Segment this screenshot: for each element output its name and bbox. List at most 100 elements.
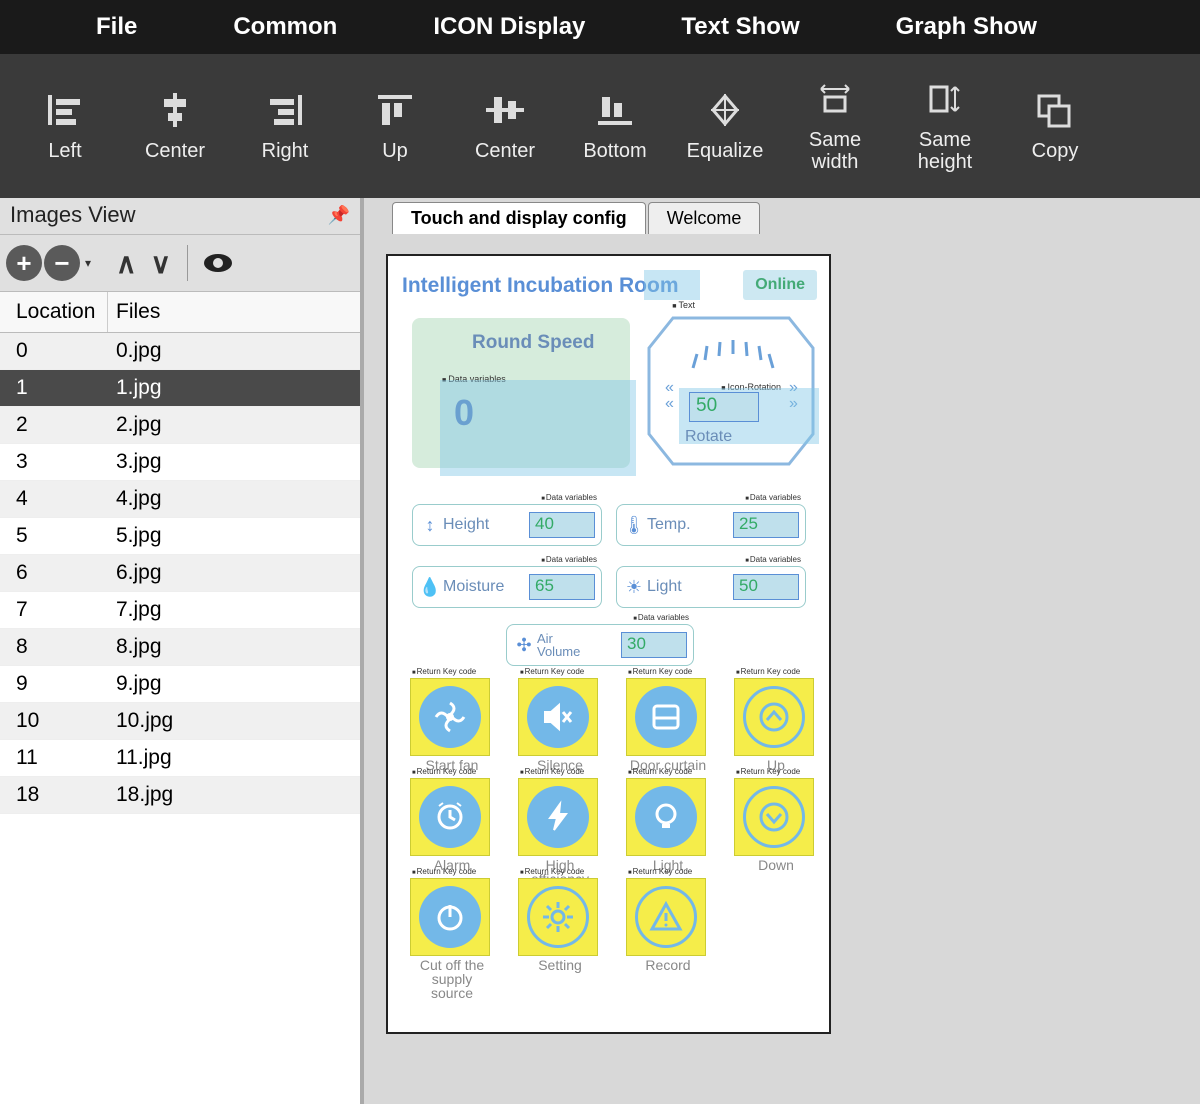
control-button[interactable] [626, 678, 706, 756]
cell-location: 11 [0, 740, 108, 776]
tab-touch-display-config[interactable]: Touch and display config [392, 202, 646, 234]
control-button[interactable] [626, 878, 706, 956]
equalize-button[interactable]: Equalize [684, 90, 766, 162]
control-silence[interactable]: Return Key codeSilence [518, 678, 602, 772]
align-up-button[interactable]: Up [354, 90, 436, 162]
same-height-button[interactable]: Same height [904, 79, 986, 173]
cell-file: 0.jpg [108, 333, 360, 369]
param-air-value[interactable]: 30 [621, 632, 687, 658]
widget-type-tag: Return Key code [412, 767, 476, 776]
align-center-v-button[interactable]: Center [464, 90, 546, 162]
title-selection-overlay[interactable] [644, 270, 700, 300]
add-button[interactable]: + [6, 245, 42, 281]
menu-text-show[interactable]: Text Show [633, 13, 847, 41]
move-down-button[interactable]: ∨ [145, 247, 178, 280]
param-height[interactable]: ↕ Height Data variables 40 [412, 504, 602, 546]
same-width-button[interactable]: Same width [794, 79, 876, 173]
param-moisture-value[interactable]: 65 [529, 574, 595, 600]
align-bottom-label: Bottom [583, 140, 646, 162]
move-up-button[interactable]: ∧ [110, 247, 143, 280]
align-center-h-button[interactable]: Center [134, 90, 216, 162]
power-icon [419, 886, 481, 948]
align-right-button[interactable]: Right [244, 90, 326, 162]
param-moisture[interactable]: 💧 Moisture Data variables 65 [412, 566, 602, 608]
control-button[interactable] [734, 778, 814, 856]
param-height-value[interactable]: 40 [529, 512, 595, 538]
droplet-icon: 💧 [419, 577, 441, 598]
align-bottom-button[interactable]: Bottom [574, 90, 656, 162]
copy-icon [1035, 90, 1075, 130]
alignment-toolbar: Left Center Right Up Center Bottom Equ [0, 54, 1200, 198]
control-button[interactable] [410, 778, 490, 856]
align-left-icon [46, 90, 84, 130]
round-speed-selection[interactable]: 0 [440, 380, 636, 476]
col-location[interactable]: Location [0, 292, 108, 332]
cell-location: 6 [0, 555, 108, 591]
control-setting[interactable]: Return Key codeSetting [518, 878, 602, 972]
param-light-value[interactable]: 50 [733, 574, 799, 600]
table-row[interactable]: 11.jpg [0, 370, 360, 407]
cell-location: 3 [0, 444, 108, 480]
cell-file: 4.jpg [108, 481, 360, 517]
table-row[interactable]: 99.jpg [0, 666, 360, 703]
rotate-selection[interactable]: 50 Rotate [679, 388, 819, 444]
table-row[interactable]: 44.jpg [0, 481, 360, 518]
table-row[interactable]: 55.jpg [0, 518, 360, 555]
param-light[interactable]: ☀ Light Data variables 50 [616, 566, 806, 608]
copy-button[interactable]: Copy [1014, 90, 1096, 162]
control-down[interactable]: Return Key codeDown [734, 778, 818, 872]
remove-dropdown-icon[interactable]: ▾ [82, 256, 94, 270]
bulb-icon [635, 786, 697, 848]
control-start-fan[interactable]: Return Key codeStart fan [410, 678, 494, 772]
tab-welcome[interactable]: Welcome [648, 202, 761, 234]
table-row[interactable]: 1010.jpg [0, 703, 360, 740]
param-temp-value[interactable]: 25 [733, 512, 799, 538]
pin-icon[interactable]: 📌 [328, 205, 350, 226]
widget-type-tag: Return Key code [412, 667, 476, 676]
control-caption: Record [626, 958, 710, 972]
param-air-volume[interactable]: ✣ Air Volume Data variables 30 [506, 624, 694, 666]
control-button[interactable] [518, 878, 598, 956]
table-row[interactable]: 1818.jpg [0, 777, 360, 814]
control-button[interactable] [410, 878, 490, 956]
control-record[interactable]: Return Key codeRecord [626, 878, 710, 972]
menu-file[interactable]: File [0, 13, 185, 41]
images-view-panel: Images View 📌 + − ▾ ∧ ∨ Location Files 0… [0, 198, 364, 1104]
table-row[interactable]: 33.jpg [0, 444, 360, 481]
menu-graph-show[interactable]: Graph Show [848, 13, 1037, 41]
widget-type-tag: Return Key code [520, 767, 584, 776]
control-button[interactable] [734, 678, 814, 756]
table-row[interactable]: 00.jpg [0, 333, 360, 370]
align-left-button[interactable]: Left [24, 90, 106, 162]
cell-file: 7.jpg [108, 592, 360, 628]
col-files[interactable]: Files [108, 292, 360, 332]
param-temp[interactable]: 🌡 Temp. Data variables 25 [616, 504, 806, 546]
cell-location: 1 [0, 370, 108, 406]
control-up[interactable]: Return Key codeUp [734, 678, 818, 772]
control-alarm[interactable]: Return Key codeAlarm [410, 778, 494, 872]
preview-button[interactable] [198, 243, 238, 283]
dv-tag: Data variables [745, 555, 801, 564]
table-row[interactable]: 22.jpg [0, 407, 360, 444]
control-button[interactable] [410, 678, 490, 756]
rotate-value[interactable]: 50 [689, 392, 759, 422]
table-row[interactable]: 66.jpg [0, 555, 360, 592]
cell-file: 1.jpg [108, 370, 360, 406]
table-row[interactable]: 77.jpg [0, 592, 360, 629]
control-button[interactable] [626, 778, 706, 856]
menu-icon-display[interactable]: ICON Display [385, 13, 633, 41]
control-button[interactable] [518, 678, 598, 756]
menu-common[interactable]: Common [185, 13, 385, 41]
windmill-icon: ✣ [513, 635, 535, 656]
control-door-curtain[interactable]: Return Key codeDoor curtain [626, 678, 710, 772]
control-cutoff[interactable]: Return Key codeCut off thesupply source [410, 878, 494, 1000]
same-height-icon [925, 79, 965, 119]
equalize-label: Equalize [687, 140, 764, 162]
table-row[interactable]: 1111.jpg [0, 740, 360, 777]
equalize-icon [705, 90, 745, 130]
control-light-btn[interactable]: Return Key codeLight [626, 778, 710, 872]
table-row[interactable]: 88.jpg [0, 629, 360, 666]
remove-button[interactable]: − [44, 245, 80, 281]
control-button[interactable] [518, 778, 598, 856]
design-canvas[interactable]: Intelligent Incubation Room Online Text … [386, 254, 831, 1034]
